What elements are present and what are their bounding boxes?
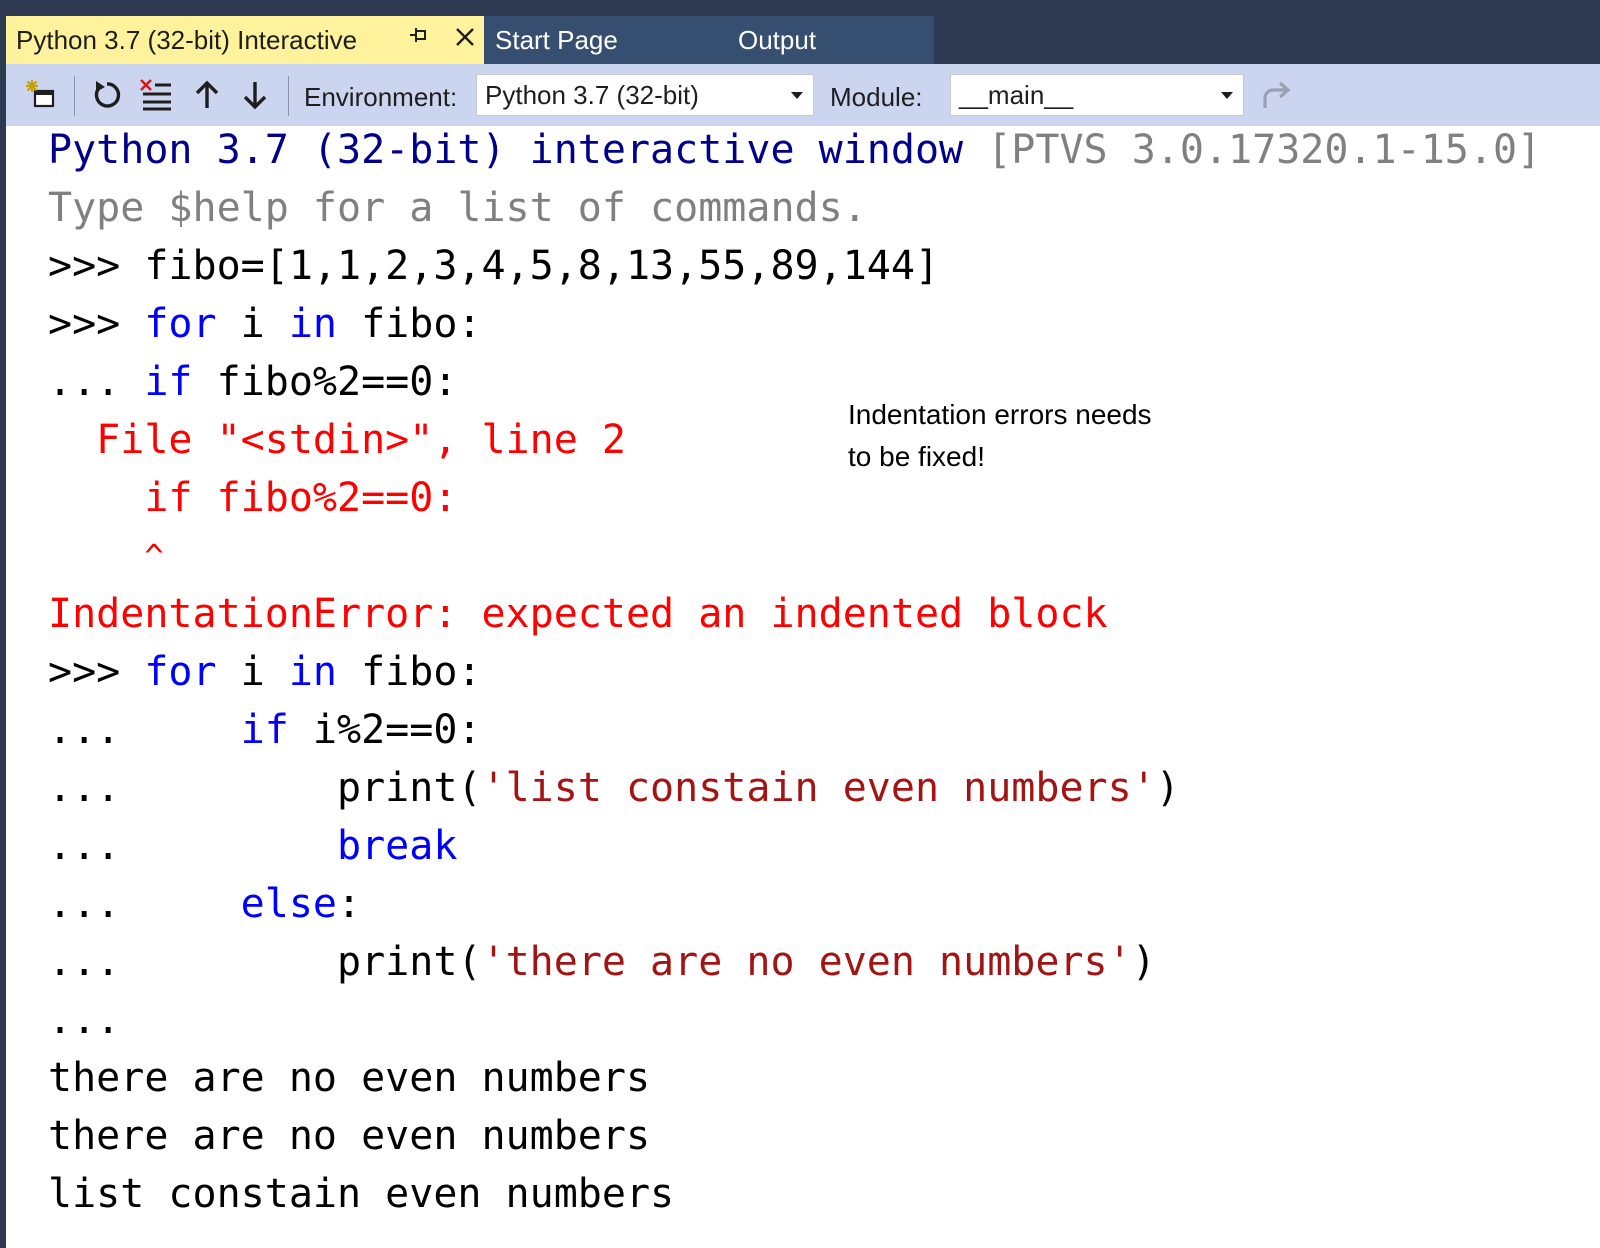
prompt: ... [48,939,337,985]
environment-dropdown[interactable]: Python 3.7 (32-bit) [476,74,814,116]
tab-start-page-label: Start Page [495,25,618,55]
console-input-line: >>> fibo=[1,1,2,3,4,5,8,13,55,89,144] [48,237,939,295]
code-text: print( [336,765,482,811]
code-text: i [216,649,289,695]
keyword: break [336,823,458,869]
pin-icon[interactable] [406,16,432,64]
module-label: Module: [830,82,923,112]
clear-icon[interactable] [138,74,176,116]
chevron-down-icon [1219,75,1235,115]
error-file-line: File "<stdin>", line 2 [48,417,626,463]
string-literal: 'list constain even numbers' [481,765,1156,811]
new-interactive-icon[interactable] [22,74,60,116]
prompt: >>> [48,243,145,289]
console-input-line: ... else: [48,875,361,933]
error-caret: ^ [48,537,164,575]
banner-text: Python 3.7 (32-bit) interactive window [48,127,964,173]
annotation-line: to be fixed! [848,441,985,472]
keyword: if [240,707,289,753]
prompt: ... [48,997,121,1043]
prompt: >>> [48,301,145,347]
console-output-line: there are no even numbers [48,1055,651,1101]
console-output-line: list constain even numbers [48,1171,675,1217]
console-input-line: ... [48,991,120,1049]
environment-value: Python 3.7 (32-bit) [485,80,699,110]
module-value: __main__ [959,80,1074,110]
close-icon[interactable] [452,16,478,64]
console-output-line: there are no even numbers [48,1113,651,1159]
keyword: in [288,649,337,695]
code-text: fibo=[1,1,2,3,4,5,8,13,55,89,144] [144,243,940,289]
document-tab-bar: Start Page Output Python 3.7 (32-bit) In… [0,0,1600,64]
toolbar-separator [74,76,75,116]
prompt: ... [48,707,241,753]
code-text: print( [336,939,482,985]
keyword: if [144,359,193,405]
interactive-toolbar: Environment: Python 3.7 (32-bit) Module:… [6,64,1600,126]
code-text: i%2==0: [288,707,482,753]
keyword: for [144,649,217,695]
console-input-line: >>> for i in fibo: [48,643,482,701]
toolbar-separator [288,76,289,116]
module-dropdown[interactable]: __main__ [950,74,1244,116]
keyword: for [144,301,217,347]
console-input-line: ... break [48,817,457,875]
console-input-line: ... print('list constain even numbers') [48,759,1180,817]
code-text: ) [1155,765,1180,811]
banner-version: [PTVS 3.0.17320.1-15.0] [987,127,1542,173]
prompt: ... [48,359,145,405]
console-input-line: >>> for i in fibo: [48,295,482,353]
history-up-icon[interactable] [188,74,226,116]
console-input-line: ... if i%2==0: [48,701,481,759]
error-code-line: if fibo%2==0: [48,475,458,521]
chevron-down-icon [789,75,805,115]
tab-python-interactive-label: Python 3.7 (32-bit) Interactive [16,25,358,55]
code-text: ) [1131,939,1156,985]
code-text: fibo: [337,649,482,695]
prompt: >>> [48,649,145,695]
code-text: fibo%2==0: [192,359,458,405]
console-input-line: ... print('there are no even numbers') [48,933,1156,991]
console-help-line: Type $help for a list of commands. [48,185,867,231]
error-message: IndentationError: expected an indented b… [48,591,1108,637]
code-text: : [336,881,362,927]
prompt: ... [48,881,241,927]
keyword: else [240,881,337,927]
tab-output-label: Output [738,25,817,55]
interactive-console[interactable]: Python 3.7 (32-bit) interactive window [… [6,126,1600,1248]
prompt: ... [48,765,337,811]
keyword: in [288,301,337,347]
console-input-line: ... if fibo%2==0: [48,353,457,411]
string-literal: 'there are no even numbers' [481,939,1132,985]
tab-python-interactive[interactable]: Python 3.7 (32-bit) Interactive [6,16,484,64]
console-banner: Python 3.7 (32-bit) interactive window [… [48,121,1541,179]
reset-icon[interactable] [88,74,126,116]
tab-output[interactable]: Output [726,16,934,64]
annotation-note: Indentation errors needs to be fixed! [848,394,1228,478]
code-text: i [216,301,289,347]
history-down-icon[interactable] [236,74,274,116]
code-text: fibo: [337,301,482,347]
redo-icon[interactable] [1258,74,1296,116]
environment-label: Environment: [304,82,458,112]
annotation-line: Indentation errors needs [848,399,1152,430]
prompt: ... [48,823,337,869]
